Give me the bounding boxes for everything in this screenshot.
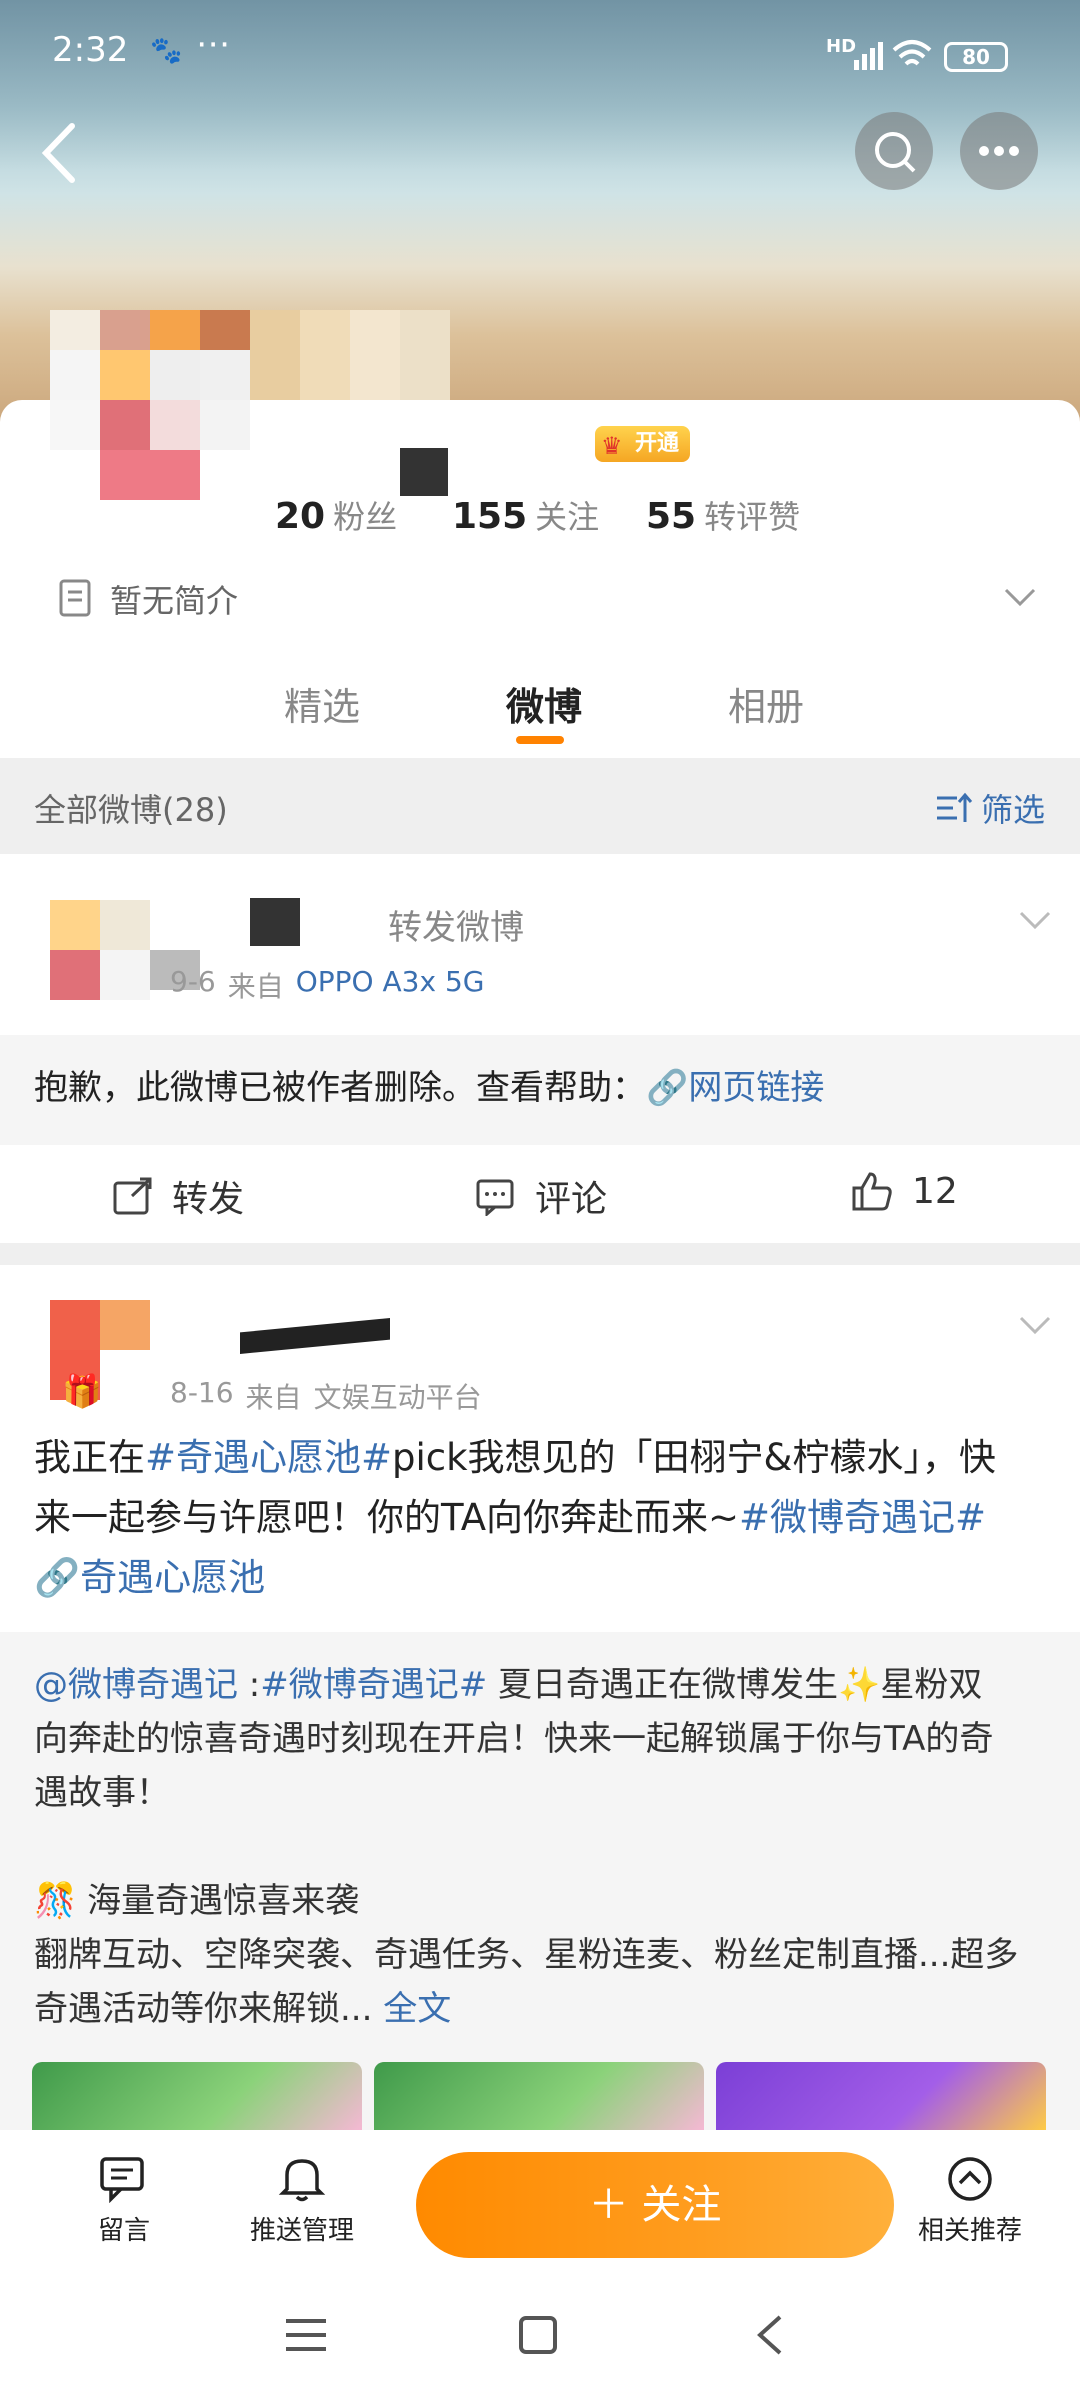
more-button[interactable] — [960, 112, 1038, 190]
post-image-3[interactable] — [716, 2062, 1046, 2132]
system-home-button[interactable] — [518, 2315, 558, 2359]
post2-body: 我正在#奇遇心愿池#pick我想见的「田栩宁&柠檬水」，快 来一起参与许愿吧！你… — [34, 1428, 1054, 1608]
post1-meta: 9-6 来自 OPPO A3x 5G — [170, 965, 485, 1003]
help-link[interactable]: 🔗网页链接 — [646, 1068, 824, 1108]
chevron-down-icon — [1019, 1316, 1051, 1335]
system-back-button[interactable] — [754, 2313, 784, 2361]
bell-icon — [278, 2159, 326, 2202]
topic-link[interactable]: #微博奇遇记# — [260, 1665, 487, 1705]
topic-link[interactable]: #微博奇遇记# — [739, 1496, 986, 1539]
search-icon — [875, 132, 916, 173]
gift-icon: 🎁 — [62, 1372, 102, 1410]
thumbs-up-icon — [852, 1172, 892, 1211]
bio-text: 暂无简介 — [110, 582, 239, 620]
stat-following[interactable]: 155 关注 — [452, 492, 599, 538]
repost-button[interactable]: 转发 — [112, 1170, 244, 1222]
filter-icon — [937, 792, 973, 822]
status-more: ⋯ — [196, 24, 230, 64]
expand-bio-button[interactable] — [1000, 582, 1040, 612]
home-icon — [519, 2316, 557, 2354]
more-icon — [979, 146, 1019, 156]
comment-button[interactable]: 评论 — [475, 1170, 607, 1222]
link-icon: 🔗 — [646, 1068, 689, 1108]
back-button[interactable] — [30, 118, 90, 188]
baidu-icon: 🐾 — [150, 36, 183, 66]
tab-featured[interactable]: 精选 — [284, 676, 360, 731]
vip-badge[interactable]: ♛ 开通 — [595, 426, 690, 462]
search-button[interactable] — [855, 112, 933, 190]
wish-pool-link[interactable]: 🔗奇遇心愿池 — [34, 1548, 1054, 1608]
post2-menu-button[interactable] — [1015, 1310, 1055, 1340]
post-divider — [0, 1243, 1080, 1265]
post1-actions: 转发 评论 12 — [0, 1148, 1080, 1243]
post2-username-redacted — [240, 1318, 390, 1354]
chevron-down-icon — [1004, 588, 1036, 607]
menu-icon — [286, 2319, 326, 2351]
tab-weibo[interactable]: 微博 — [506, 676, 582, 731]
cover-pixel-blur — [250, 310, 450, 400]
all-posts-count: 全部微博(28) — [34, 791, 228, 829]
message-button[interactable]: 留言 — [44, 2155, 204, 2247]
stat-interactions[interactable]: 55 转评赞 — [646, 492, 800, 538]
chevron-up-circle-icon — [948, 2157, 992, 2201]
push-settings-button[interactable]: 推送管理 — [222, 2155, 382, 2247]
related-recommend-button[interactable]: 相关推荐 — [890, 2155, 1050, 2247]
deleted-post-text: 抱歉，此微博已被作者删除。查看帮助：🔗网页链接 — [34, 1068, 825, 1108]
stat-followers[interactable]: 20 粉丝 — [275, 492, 397, 538]
document-icon — [58, 578, 92, 618]
follow-button[interactable]: ＋ 关注 — [416, 2152, 894, 2258]
back-icon — [757, 2315, 782, 2355]
topic-link[interactable]: #奇遇心愿池# — [145, 1436, 392, 1479]
message-icon — [100, 2157, 144, 2204]
username-redacted — [400, 448, 448, 496]
link-icon: 🔗 — [34, 1556, 81, 1599]
post-image-2[interactable] — [374, 2062, 704, 2132]
wifi-icon — [890, 38, 934, 72]
mention-link[interactable]: @微博奇遇记 — [34, 1665, 238, 1705]
crown-icon: ♛ — [601, 432, 623, 460]
comment-icon — [476, 1179, 514, 1216]
quoted-post-body: @微博奇遇记 :#微博奇遇记# 夏日奇遇正在微博发生✨星粉双 向奔赴的惊喜奇遇时… — [34, 1665, 1019, 2029]
post-image-1[interactable] — [32, 2062, 362, 2132]
chevron-down-icon — [1019, 911, 1051, 930]
system-menu-button[interactable] — [284, 2317, 328, 2357]
battery-icon: 80 — [944, 42, 1008, 72]
repost-icon — [113, 1177, 152, 1215]
post2-meta: 8-16 来自 文娱互动平台 — [170, 1376, 482, 1414]
tab-album[interactable]: 相册 — [728, 676, 804, 731]
active-tab-indicator — [516, 736, 564, 744]
filter-button[interactable]: 筛选 — [935, 785, 1045, 831]
full-text-link[interactable]: 全文 — [383, 1989, 451, 2029]
confetti-icon: 🎊 — [34, 1881, 88, 1921]
post1-username-redacted — [250, 898, 300, 946]
signal-icon — [852, 40, 888, 70]
avatar[interactable] — [50, 310, 250, 550]
post1-menu-button[interactable] — [1015, 905, 1055, 935]
like-button[interactable]: 12 — [850, 1170, 958, 1212]
status-time: 2:32 — [52, 30, 129, 70]
post1-type-label: 转发微博 — [388, 908, 524, 948]
